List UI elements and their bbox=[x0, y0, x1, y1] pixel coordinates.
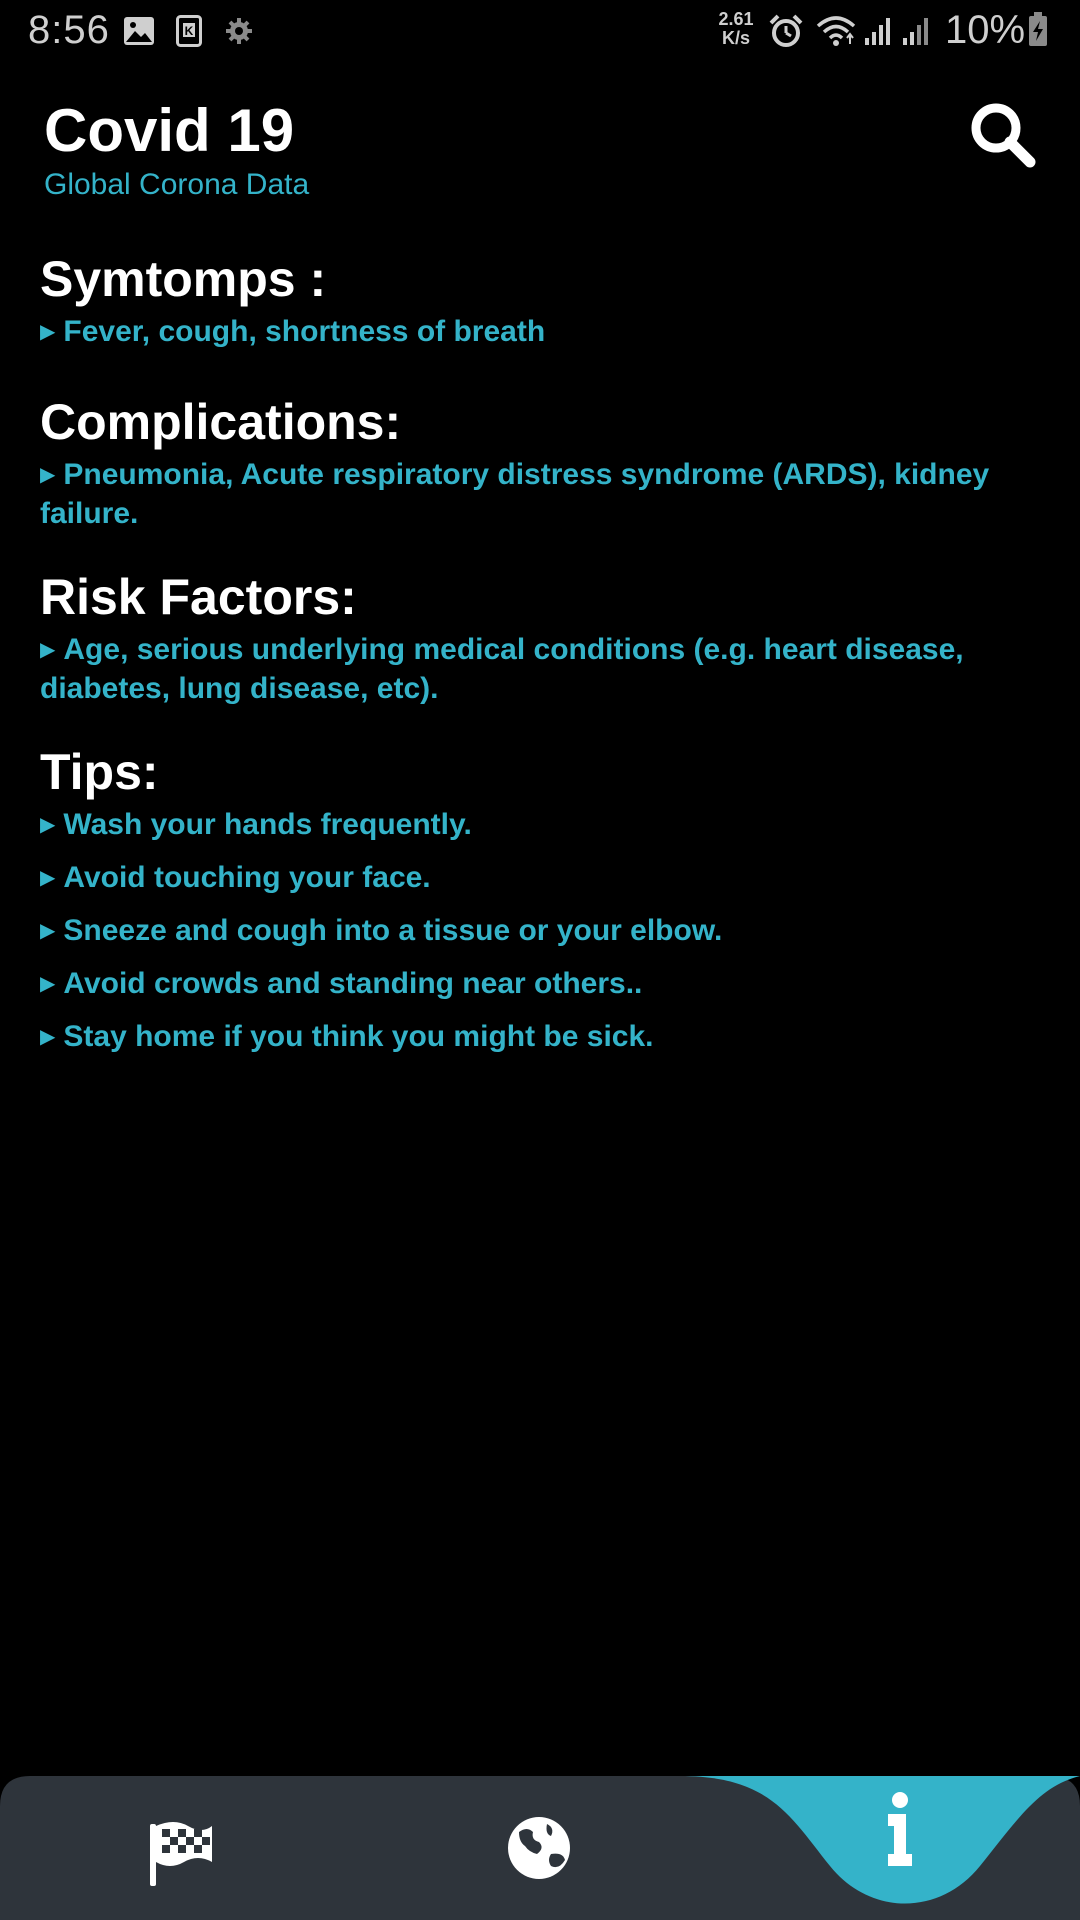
tip-item: ▶ Avoid crowds and standing near others.. bbox=[40, 967, 643, 1000]
complications-item: ▶ Pneumonia, Acute respiratory distress s… bbox=[40, 458, 990, 530]
tips-section: Tips: ▶ Wash your hands frequently. ▶ Avoi… bbox=[40, 737, 1040, 1058]
bullet-arrow-icon: ▶ bbox=[40, 639, 56, 661]
signal-icon-2 bbox=[900, 14, 932, 48]
settings-gear-icon bbox=[224, 14, 254, 48]
complications-section: Complications: ▶ Pneumonia, Acute respira… bbox=[40, 387, 1040, 532]
app-subtitle: Global Corona Data bbox=[44, 168, 310, 201]
tip-item: ▶ Avoid touching your face. bbox=[40, 861, 431, 894]
bottom-nav bbox=[0, 1776, 1080, 1920]
bullet-arrow-icon: ▶ bbox=[40, 867, 56, 889]
battery-percent: 10% bbox=[945, 8, 1026, 52]
svg-text:K: K bbox=[185, 24, 194, 38]
nav-info-button[interactable] bbox=[850, 1784, 950, 1884]
signal-icon bbox=[862, 14, 894, 48]
bullet-arrow-icon: ▶ bbox=[40, 920, 56, 942]
bullet-arrow-icon: ▶ bbox=[40, 973, 56, 995]
gallery-icon bbox=[122, 14, 156, 48]
symptoms-item: ▶ Fever, cough, shortness of breath bbox=[40, 315, 546, 348]
symptoms-title: Symtomps : bbox=[40, 251, 327, 307]
alarm-icon bbox=[768, 14, 804, 48]
status-time: 8:56 bbox=[28, 8, 110, 52]
info-icon bbox=[888, 1792, 912, 1866]
risk-factors-title: Risk Factors: bbox=[40, 569, 357, 625]
status-bar: 8:56 K 2.61 K/s 10% bbox=[0, 0, 1080, 62]
nav-countries-button[interactable] bbox=[130, 1796, 230, 1896]
symptoms-section: Symtomps : ▶ Fever, cough, shortness of b… bbox=[40, 244, 1040, 353]
net-speed: 2.61 K/s bbox=[714, 10, 758, 48]
risk-factors-section: Risk Factors: ▶ Age, serious underlying m… bbox=[40, 562, 1040, 707]
info-content: Symtomps : ▶ Fever, cough, shortness of b… bbox=[40, 244, 1040, 1072]
bullet-arrow-icon: ▶ bbox=[40, 1026, 56, 1048]
complications-title: Complications: bbox=[40, 394, 402, 450]
battery-charging-icon bbox=[1026, 12, 1050, 46]
net-speed-unit: K/s bbox=[721, 28, 750, 48]
app-title: Covid 19 bbox=[44, 97, 295, 164]
tips-title: Tips: bbox=[40, 744, 159, 800]
wifi-icon bbox=[814, 14, 858, 48]
search-button[interactable] bbox=[966, 98, 1040, 172]
k-notification-icon: K bbox=[176, 14, 202, 48]
tip-item: ▶ Sneeze and cough into a tissue or your … bbox=[40, 914, 723, 947]
bullet-arrow-icon: ▶ bbox=[40, 814, 56, 836]
bullet-arrow-icon: ▶ bbox=[40, 321, 56, 343]
checkered-flag-icon bbox=[150, 1822, 212, 1886]
search-icon bbox=[971, 103, 1036, 168]
net-speed-value: 2.61 bbox=[718, 9, 754, 29]
tip-item: ▶ Wash your hands frequently. bbox=[40, 808, 472, 841]
risk-factors-item: ▶ Age, serious underlying medical conditi… bbox=[40, 633, 964, 705]
bullet-arrow-icon: ▶ bbox=[40, 464, 56, 486]
tip-item: ▶ Stay home if you think you might be sic… bbox=[40, 1020, 654, 1053]
globe-icon bbox=[508, 1817, 570, 1879]
nav-global-button[interactable] bbox=[489, 1796, 589, 1896]
